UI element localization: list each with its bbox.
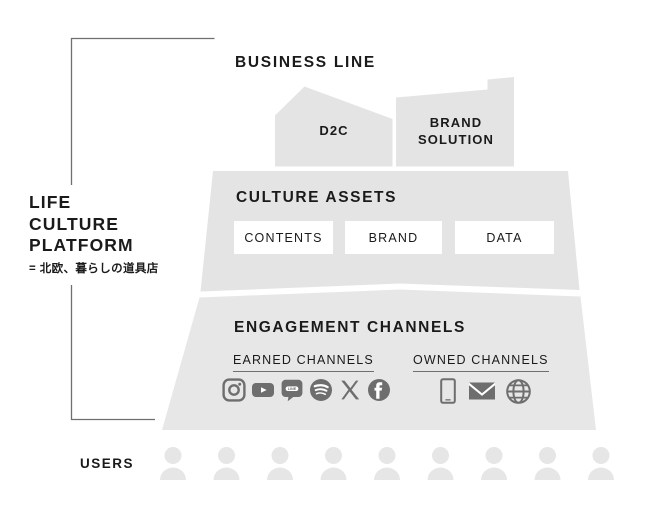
owned-channels-icon-row: [438, 378, 531, 404]
earned-channels-label: EARNED CHANNELS: [233, 353, 374, 372]
diagram-canvas: LIFE CULTURE PLATFORM = 北欧、暮らしの道具店 BUSIN…: [0, 0, 650, 523]
culture-asset-contents: CONTENTS: [234, 221, 333, 254]
culture-asset-brand: BRAND: [345, 221, 442, 254]
business-line-title: BUSINESS LINE: [235, 54, 376, 71]
earned-channels-icon-row: LINE: [222, 378, 391, 402]
owned-channels-label: OWNED CHANNELS: [413, 353, 549, 372]
platform-label-block: LIFE CULTURE PLATFORM = 北欧、暮らしの道具店: [29, 192, 199, 278]
x-twitter-icon: [341, 380, 360, 400]
instagram-icon: [222, 378, 246, 402]
globe-icon: [506, 378, 531, 404]
platform-label-line-1: LIFE: [29, 192, 72, 212]
email-icon: [469, 382, 495, 400]
brand-solution-label-line-1: BRAND: [429, 115, 483, 130]
platform-label-line-3: PLATFORM: [29, 235, 134, 255]
svg-text:LINE: LINE: [288, 387, 297, 391]
brand-solution-label-line-2: SOLUTION: [418, 132, 494, 147]
platform-label-line-2: CULTURE: [29, 213, 120, 234]
users-glyph-group: [160, 447, 614, 480]
youtube-icon: [252, 383, 274, 397]
culture-asset-data: DATA: [455, 221, 554, 254]
spotify-icon: [310, 379, 332, 401]
platform-label-subtitle: = 北欧、暮らしの道具店: [29, 262, 159, 275]
users-label: USERS: [80, 456, 135, 471]
mobile-phone-icon: [440, 378, 456, 404]
culture-assets-title: CULTURE ASSETS: [236, 189, 398, 206]
facebook-icon: [368, 379, 390, 401]
line-icon: LINE: [281, 379, 303, 402]
d2c-label: D2C: [319, 123, 349, 138]
brand-solution-label: BRAND SOLUTION: [399, 114, 513, 148]
engagement-channels-title: ENGAGEMENT CHANNELS: [234, 319, 466, 336]
